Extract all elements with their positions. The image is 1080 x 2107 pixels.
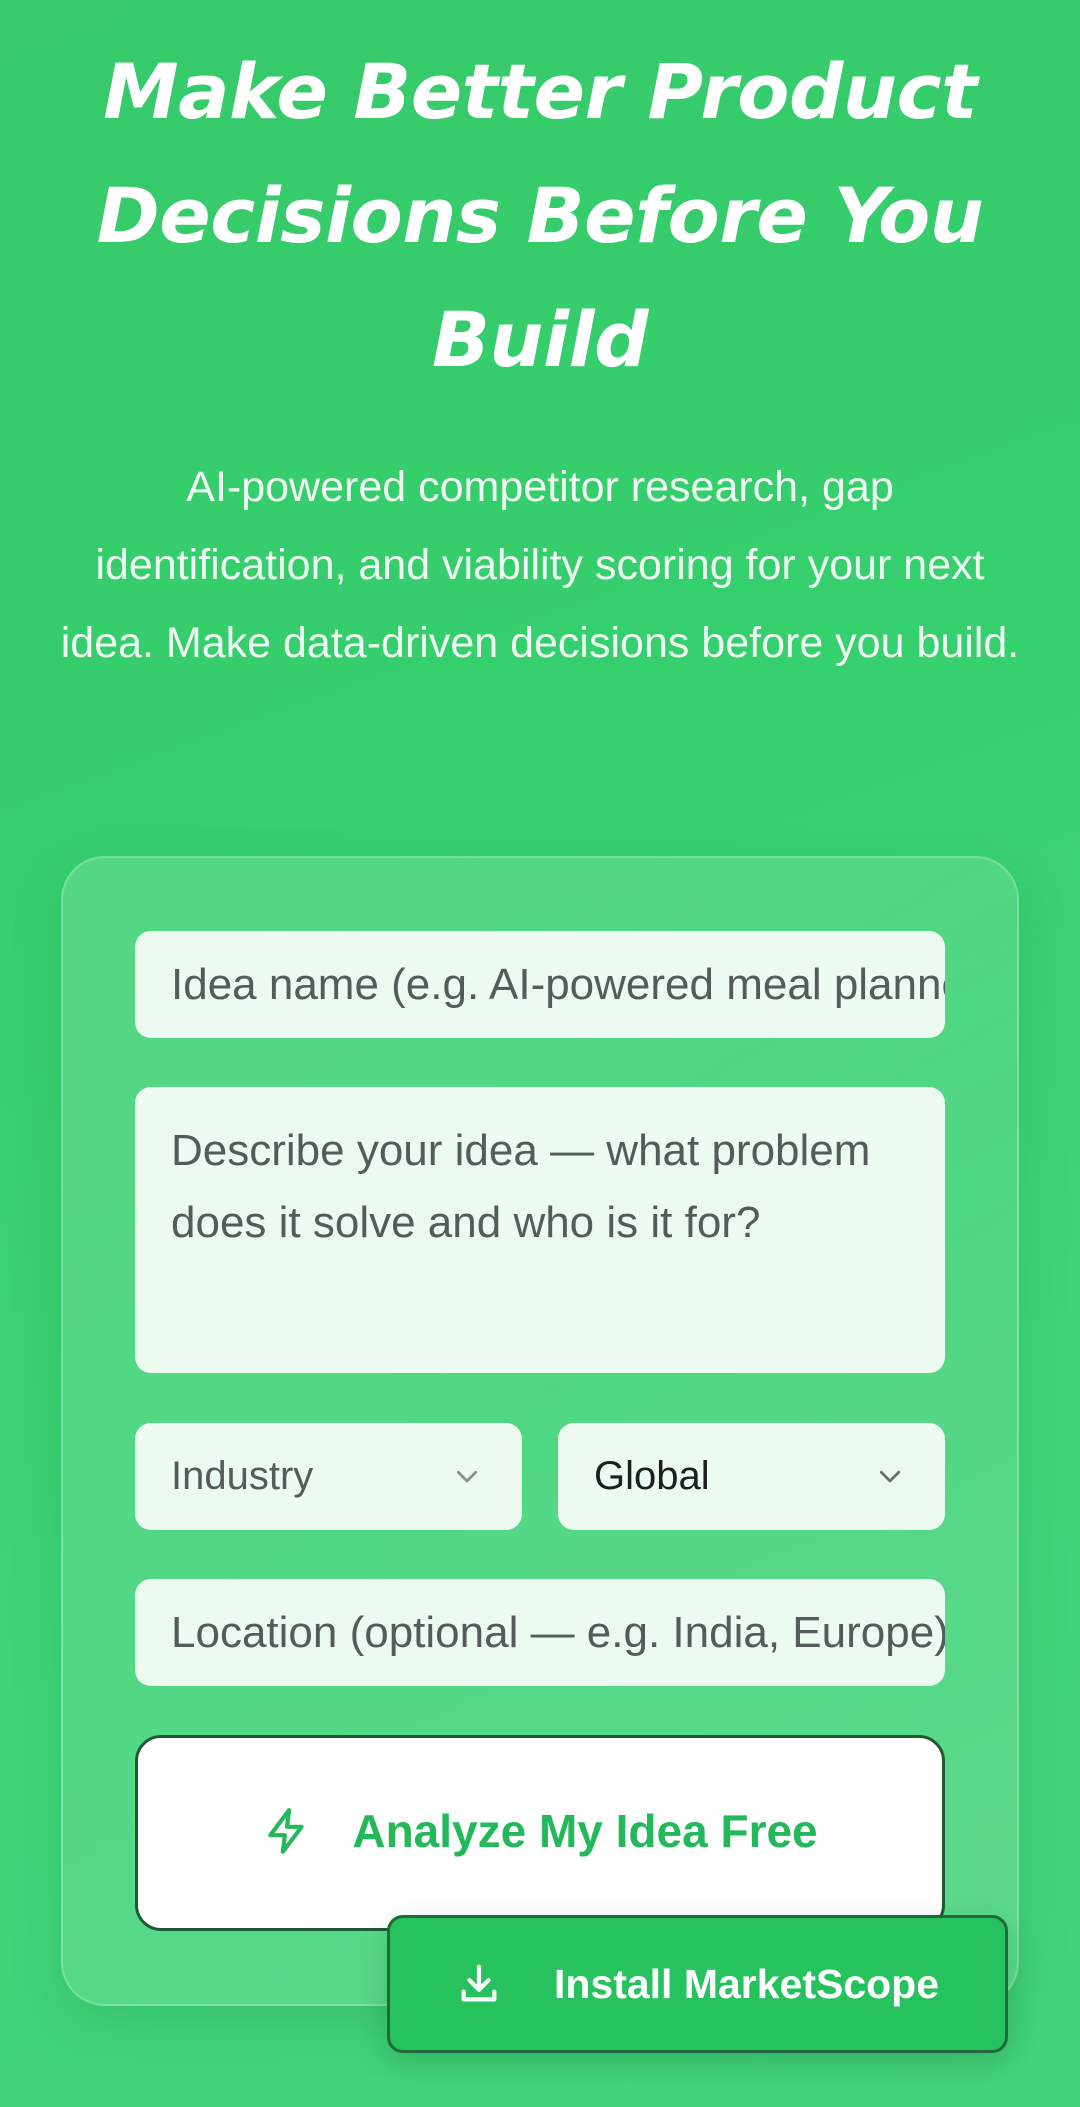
chevron-down-icon — [879, 1470, 901, 1483]
install-app-button-label: Install MarketScope — [553, 1960, 940, 2007]
chevron-down-icon — [456, 1470, 478, 1483]
lightning-icon — [268, 1808, 305, 1854]
location-input[interactable]: Location (optional — e.g. India, Europe) — [135, 1579, 945, 1686]
industry-select-value: Industry — [171, 1454, 314, 1498]
region-select[interactable]: Global — [558, 1423, 945, 1530]
idea-name-input[interactable]: Idea name (e.g. AI-powered meal planner) — [135, 931, 945, 1038]
region-select-value: Global — [594, 1454, 710, 1498]
install-app-button[interactable]: Install MarketScope — [387, 1915, 1008, 2053]
analyze-idea-button[interactable]: Analyze My Idea Free — [135, 1735, 945, 1931]
analyze-idea-button-label: Analyze My Idea Free — [352, 1805, 818, 1857]
hero-subtitle: AI-powered competitor research, gap iden… — [60, 463, 1020, 667]
idea-description-textarea[interactable]: Describe your idea — what problem does i… — [135, 1087, 945, 1373]
industry-select[interactable]: Industry — [135, 1423, 522, 1530]
hero-title: Make Better Product Decisions Before You… — [96, 47, 984, 384]
download-icon — [461, 1964, 497, 2002]
